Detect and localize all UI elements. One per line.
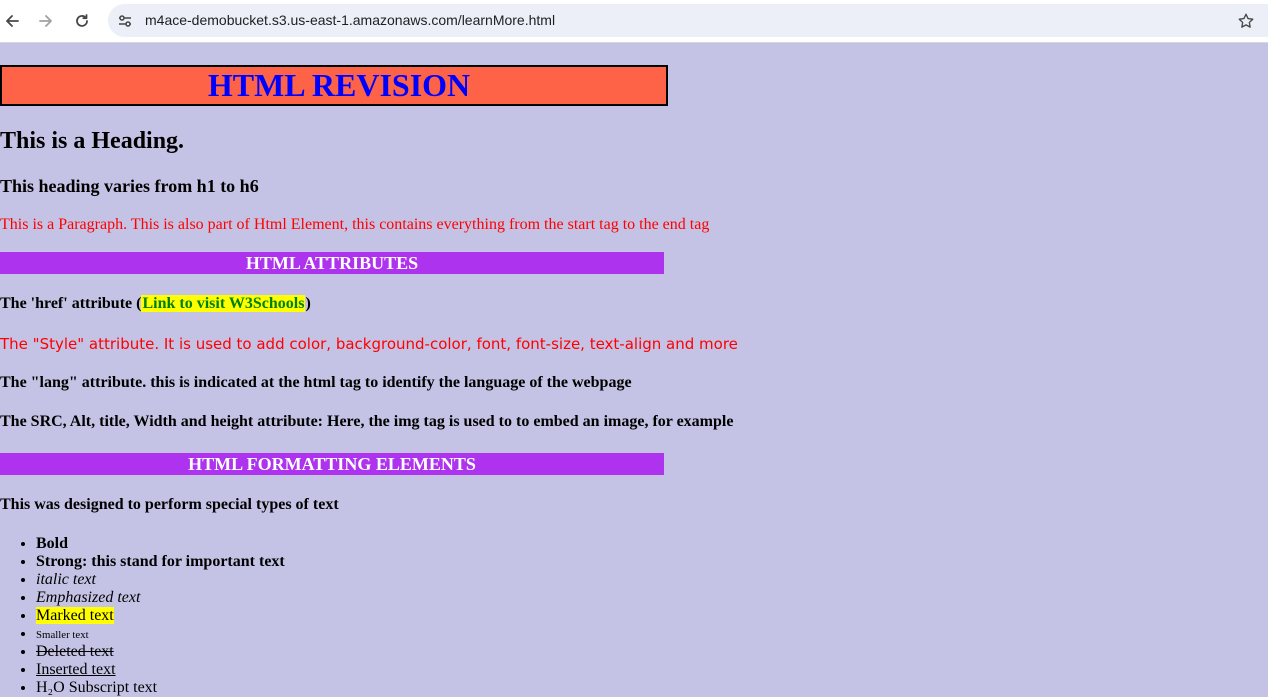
page-title: HTML REVISION: [207, 67, 471, 103]
list-item: Inserted text: [36, 661, 285, 679]
strong-text: Strong: this stand for important text: [36, 553, 285, 570]
attributes-banner: HTML ATTRIBUTES: [0, 252, 664, 274]
href-suffix: ): [305, 295, 311, 312]
italic-text: italic text: [36, 571, 96, 588]
page-content: HTML REVISION This is a Heading. This he…: [0, 44, 1268, 696]
back-arrow-icon[interactable]: [0, 9, 24, 33]
lang-attribute-line: The "lang" attribute. this is indicated …: [0, 374, 632, 391]
list-item: Emphasized text: [36, 589, 285, 607]
sub-heading: This heading varies from h1 to h6: [0, 176, 259, 196]
site-info-icon[interactable]: [116, 12, 134, 30]
main-heading: This is a Heading.: [0, 128, 185, 154]
reload-icon[interactable]: [70, 9, 94, 33]
forward-arrow-icon[interactable]: [34, 9, 58, 33]
href-prefix: The 'href' attribute (: [0, 295, 142, 312]
list-item: Deleted text: [36, 643, 285, 661]
paragraph-text: This is a Paragraph. This is also part o…: [0, 216, 710, 233]
url-text[interactable]: m4ace-demobucket.s3.us-east-1.amazonaws.…: [145, 12, 555, 28]
emphasized-text: Emphasized text: [36, 589, 141, 606]
bookmark-star-icon[interactable]: [1236, 11, 1256, 31]
list-item: Marked text: [36, 607, 285, 625]
address-bar[interactable]: m4ace-demobucket.s3.us-east-1.amazonaws.…: [108, 4, 1268, 37]
smaller-text: Smaller text: [36, 629, 89, 641]
src-attribute-line: The SRC, Alt, title, Width and height at…: [0, 413, 734, 430]
list-item: italic text: [36, 571, 285, 589]
browser-toolbar: m4ace-demobucket.s3.us-east-1.amazonaws.…: [0, 0, 1268, 43]
formatting-list: Bold Strong: this stand for important te…: [0, 535, 285, 697]
subscript-text: H₂O Subscript text: [36, 679, 158, 696]
list-item: Strong: this stand for important text: [36, 553, 285, 571]
list-item: H₂O Subscript text: [36, 679, 285, 697]
w3schools-link[interactable]: Link to visit W3Schools: [141, 295, 306, 312]
marked-text: Marked text: [36, 607, 114, 624]
style-attribute-line: The "Style" attribute. It is used to add…: [0, 335, 738, 353]
formatting-intro: This was designed to perform special typ…: [0, 496, 339, 513]
formatting-banner: HTML FORMATTING ELEMENTS: [0, 453, 664, 475]
list-item: Smaller text: [36, 625, 285, 643]
title-box: HTML REVISION: [0, 65, 668, 106]
inserted-text: Inserted text: [36, 661, 116, 678]
href-attribute-line: The 'href' attribute (Link to visit W3Sc…: [0, 295, 311, 313]
list-item: Bold: [36, 535, 285, 553]
bold-text: Bold: [36, 535, 69, 552]
deleted-text: Deleted text: [36, 643, 114, 660]
